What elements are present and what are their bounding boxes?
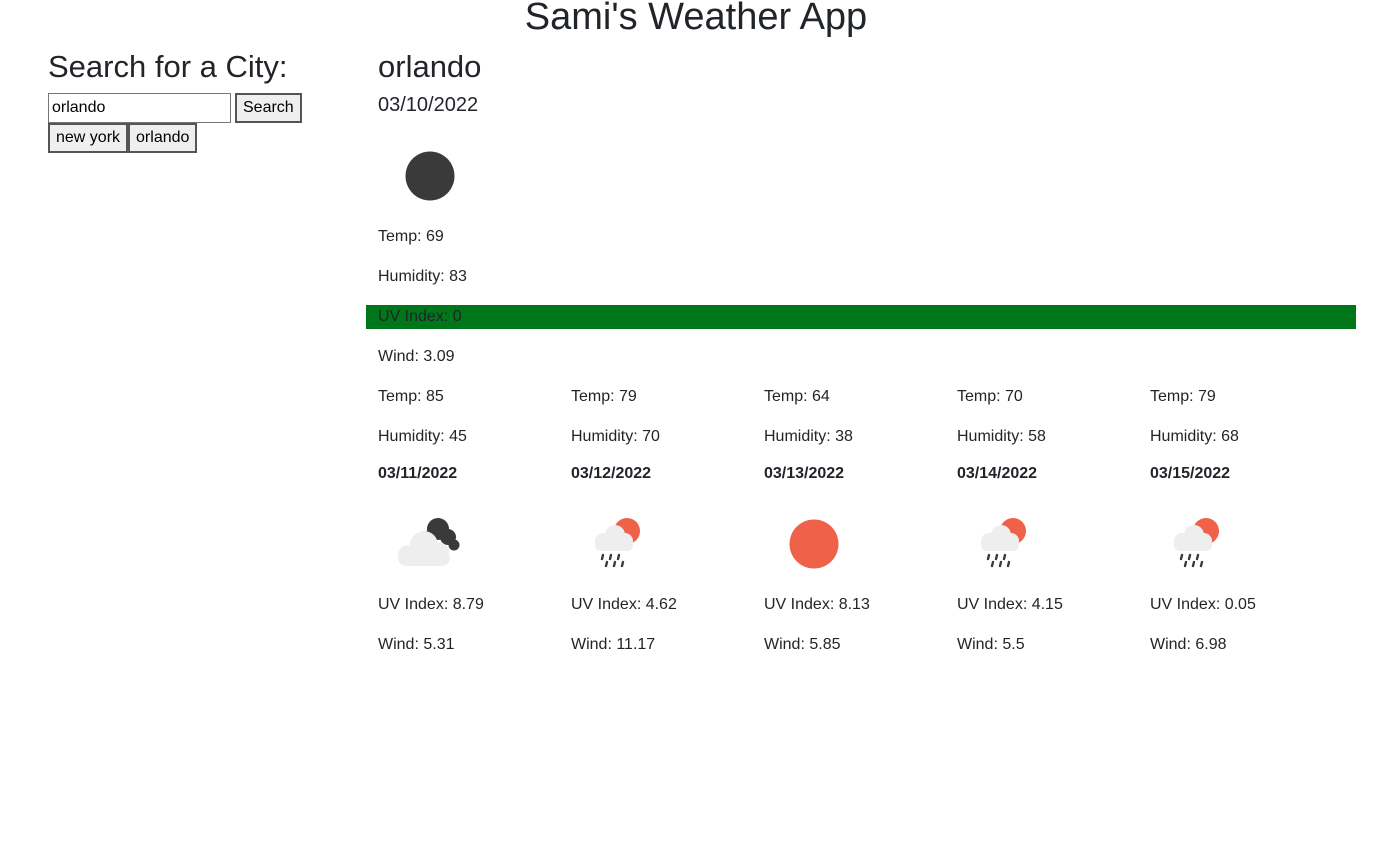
- forecast-temp: Temp: 79: [571, 388, 637, 405]
- forecast-humidity: Humidity: 70: [571, 428, 660, 445]
- forecast-uv-index: UV Index: 4.15: [957, 596, 1063, 613]
- forecast-temp: Temp: 64: [764, 388, 830, 405]
- current-temp: Temp: 69: [378, 228, 444, 245]
- city-name: orlando: [378, 49, 482, 84]
- forecast-temp: Temp: 70: [957, 388, 1023, 405]
- forecast-wind: Wind: 11.17: [571, 636, 656, 653]
- sun-rain-icon: [1160, 507, 1240, 581]
- forecast-date: 03/13/2022: [764, 465, 845, 482]
- forecast-date: 03/14/2022: [957, 465, 1038, 482]
- forecast-temp: Temp: 79: [1150, 388, 1216, 405]
- forecast-date: 03/11/2022: [378, 465, 458, 482]
- search-button[interactable]: Search: [235, 93, 302, 123]
- forecast-wind: Wind: 5.31: [378, 636, 455, 653]
- page-title: Sami's Weather App: [524, 0, 868, 38]
- forecast-temp: Temp: 85: [378, 388, 444, 405]
- uv-index-bar: UV Index: 0: [366, 305, 1356, 329]
- sun-icon: [774, 507, 854, 581]
- current-humidity: Humidity: 83: [378, 268, 467, 285]
- city-search-input[interactable]: [48, 93, 231, 123]
- search-history: new york orlando: [48, 123, 348, 153]
- current-wind: Wind: 3.09: [378, 348, 455, 365]
- forecast-date: 03/15/2022: [1150, 465, 1231, 482]
- history-button-new-york[interactable]: new york: [48, 123, 129, 153]
- forecast-wind: Wind: 6.98: [1150, 636, 1227, 653]
- moon-icon: [392, 138, 468, 214]
- current-uv-index: UV Index: 0: [378, 308, 462, 325]
- current-date: 03/10/2022: [378, 94, 479, 116]
- forecast-wind: Wind: 5.85: [764, 636, 841, 653]
- sun-rain-icon: [581, 507, 661, 581]
- forecast-uv-index: UV Index: 8.79: [378, 596, 484, 613]
- forecast-uv-index: UV Index: 0.05: [1150, 596, 1256, 613]
- night-cloudy-icon: [388, 507, 468, 581]
- forecast-humidity: Humidity: 68: [1150, 428, 1239, 445]
- forecast-humidity: Humidity: 58: [957, 428, 1046, 445]
- search-panel: Search for a City: Search new york orlan…: [48, 48, 348, 153]
- forecast-humidity: Humidity: 38: [764, 428, 853, 445]
- forecast-humidity: Humidity: 45: [378, 428, 467, 445]
- search-row: Search: [48, 93, 348, 123]
- forecast-wind: Wind: 5.5: [957, 636, 1025, 653]
- search-heading: Search for a City:: [48, 49, 288, 84]
- current-weather: orlando 03/10/2022 Temp: 69 Humidity: 83…: [366, 48, 1356, 365]
- forecast-uv-index: UV Index: 8.13: [764, 596, 870, 613]
- history-button-orlando[interactable]: orlando: [128, 123, 198, 153]
- forecast-uv-index: UV Index: 4.62: [571, 596, 677, 613]
- forecast-date: 03/12/2022: [571, 465, 652, 482]
- sun-rain-icon: [967, 507, 1047, 581]
